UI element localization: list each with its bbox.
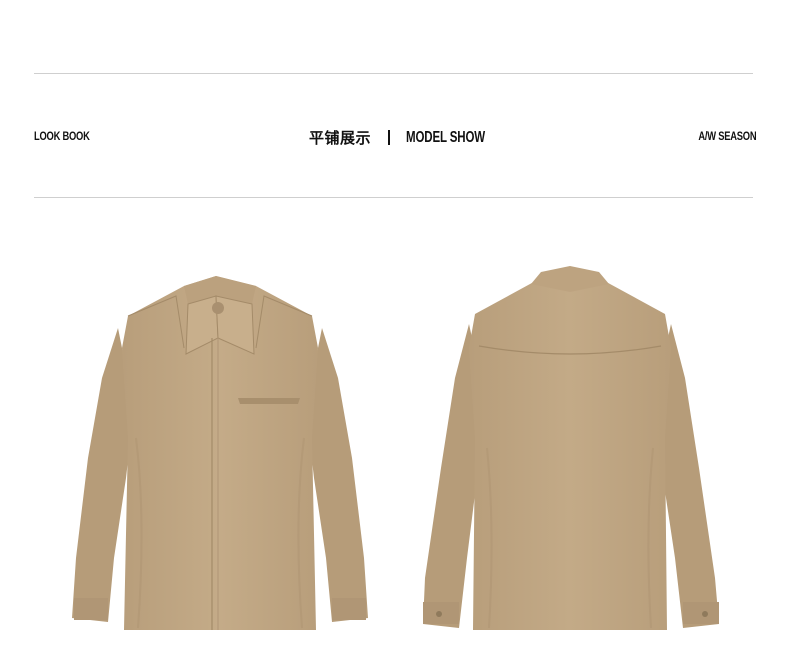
section-title-english: MODEL SHOW [406, 128, 486, 146]
bottom-divider [34, 197, 753, 198]
shirt-back-image [415, 258, 725, 638]
section-header: LOOK BOOK 平铺展示 MODEL SHOW A/W SEASON [0, 120, 790, 154]
section-title: 平铺展示 MODEL SHOW [309, 127, 516, 148]
look-book-label: LOOK BOOK [34, 129, 90, 143]
section-title-chinese: 平铺展示 [309, 129, 372, 147]
title-separator [388, 130, 391, 145]
top-divider [34, 73, 753, 74]
shirt-front-image [66, 258, 374, 638]
season-label: A/W SEASON [698, 129, 756, 143]
